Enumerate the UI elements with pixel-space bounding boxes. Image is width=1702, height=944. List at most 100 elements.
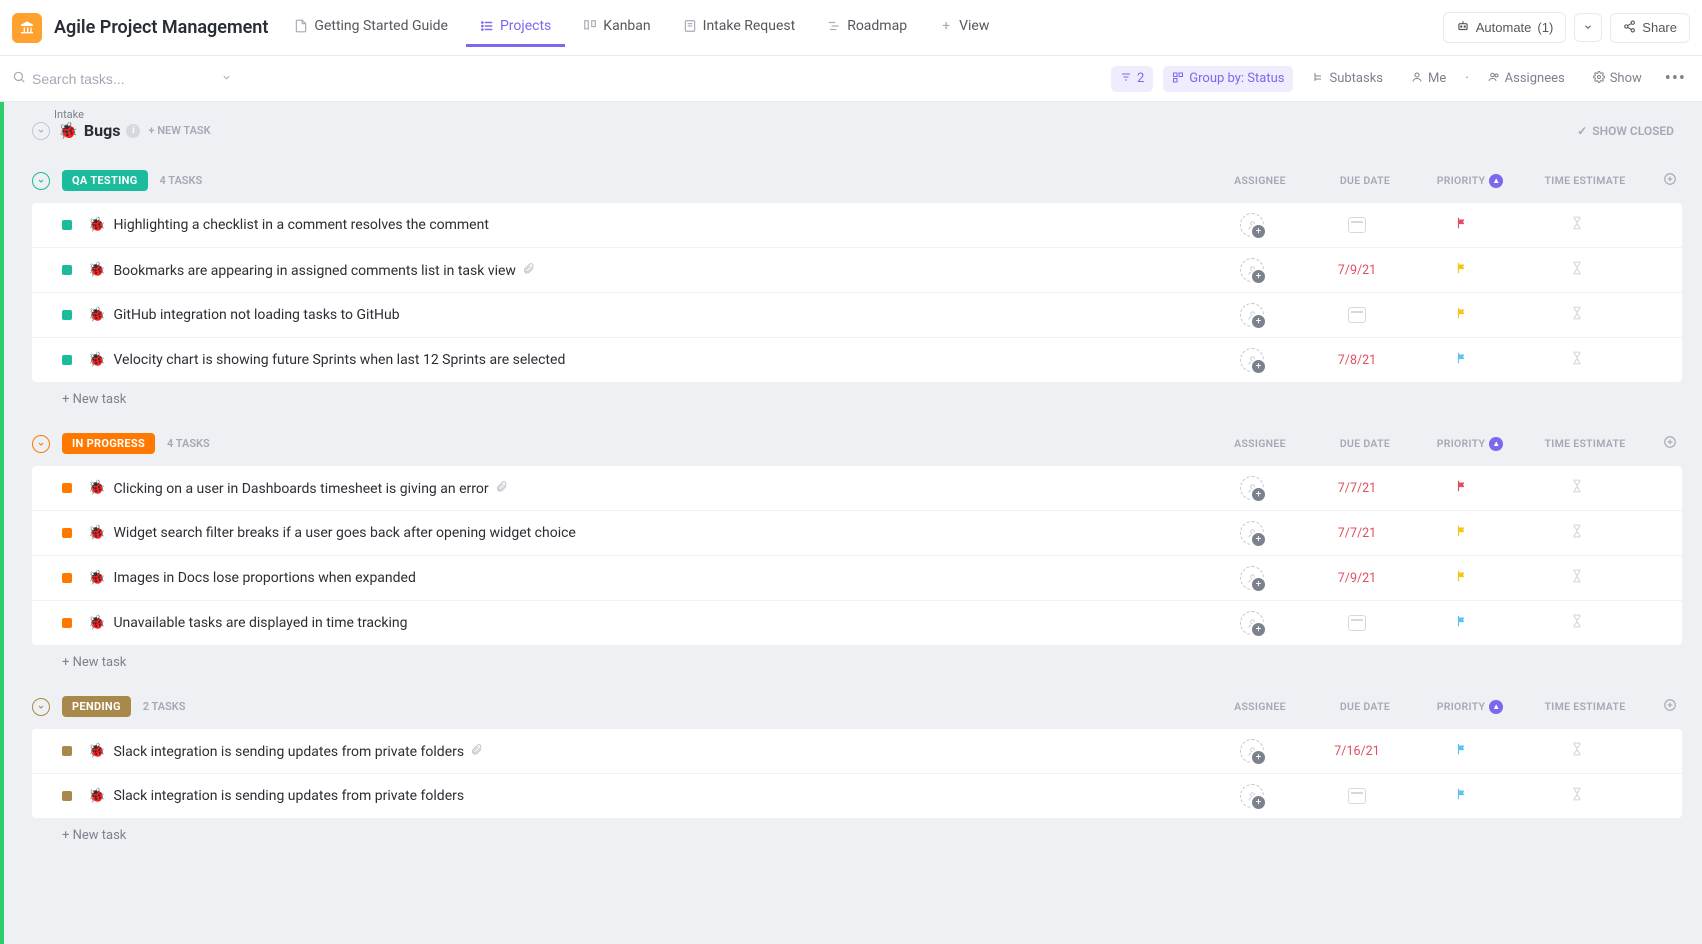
estimate-cell[interactable] [1512,215,1642,235]
col-head-duedate[interactable]: DUE DATE [1310,700,1420,713]
collapse-group-toggle[interactable] [32,698,50,716]
tab-add-view[interactable]: + View [925,8,1003,47]
col-head-priority[interactable]: PRIORITY ▲ [1420,700,1520,714]
col-head-assignee[interactable]: ASSIGNEE [1210,700,1310,713]
more-menu[interactable]: ••• [1661,64,1690,93]
duedate-cell[interactable]: 7/7/21 [1302,526,1412,541]
estimate-cell[interactable] [1512,568,1642,588]
col-head-duedate[interactable]: DUE DATE [1310,437,1420,450]
info-icon[interactable]: i [126,124,140,138]
task-row[interactable]: 🐞 Clicking on a user in Dashboards times… [32,466,1682,511]
assignee-cell[interactable] [1202,566,1302,590]
priority-cell[interactable] [1412,569,1512,587]
collapse-group-toggle[interactable] [32,435,50,453]
duedate-cell[interactable]: 7/16/21 [1302,744,1412,759]
duedate-cell[interactable] [1302,788,1412,804]
assignee-cell[interactable] [1202,476,1302,500]
tab-kanban[interactable]: Kanban [569,8,664,47]
priority-cell[interactable] [1412,614,1512,632]
new-task-button[interactable]: + New task [32,645,1690,674]
new-task-button[interactable]: + New task [32,382,1690,411]
duedate-cell[interactable]: 7/8/21 [1302,353,1412,368]
assignee-cell[interactable] [1202,521,1302,545]
col-head-estimate[interactable]: TIME ESTIMATE [1520,437,1650,450]
task-row[interactable]: 🐞 GitHub integration not loading tasks t… [32,293,1682,338]
new-task-header-button[interactable]: + NEW TASK [148,124,210,137]
search-input[interactable] [32,71,215,87]
status-dot[interactable] [62,483,72,493]
collapse-list-toggle[interactable] [32,122,50,140]
status-dot[interactable] [62,746,72,756]
assignee-cell[interactable] [1202,303,1302,327]
assignee-cell[interactable] [1202,611,1302,635]
collapse-group-toggle[interactable] [32,172,50,190]
duedate-cell[interactable] [1302,615,1412,631]
show-button[interactable]: Show [1584,66,1651,92]
estimate-cell[interactable] [1512,305,1642,325]
estimate-cell[interactable] [1512,260,1642,280]
status-dot[interactable] [62,265,72,275]
assignee-cell[interactable] [1202,258,1302,282]
me-button[interactable]: Me [1402,66,1455,92]
status-dot[interactable] [62,618,72,628]
add-column-button[interactable] [1650,435,1690,452]
task-row[interactable]: 🐞 Bookmarks are appearing in assigned co… [32,248,1682,293]
automate-button[interactable]: Automate (1) [1443,12,1567,43]
status-dot[interactable] [62,355,72,365]
status-dot[interactable] [62,573,72,583]
assignee-cell[interactable] [1202,784,1302,808]
estimate-cell[interactable] [1512,741,1642,761]
status-dot[interactable] [62,791,72,801]
estimate-cell[interactable] [1512,613,1642,633]
priority-cell[interactable] [1412,261,1512,279]
status-badge[interactable]: QA TESTING [62,170,148,191]
task-row[interactable]: 🐞 Slack integration is sending updates f… [32,729,1682,774]
filter-button[interactable]: 2 [1111,66,1153,92]
share-button[interactable]: Share [1610,13,1690,43]
tab-roadmap[interactable]: Roadmap [813,8,921,47]
col-head-priority[interactable]: PRIORITY ▲ [1420,174,1520,188]
duedate-cell[interactable]: 7/9/21 [1302,263,1412,278]
duedate-cell[interactable]: 7/7/21 [1302,481,1412,496]
col-head-priority[interactable]: PRIORITY ▲ [1420,437,1520,451]
status-dot[interactable] [62,220,72,230]
status-badge[interactable]: IN PROGRESS [62,433,155,454]
task-row[interactable]: 🐞 Highlighting a checklist in a comment … [32,203,1682,248]
priority-cell[interactable] [1412,306,1512,324]
assignees-button[interactable]: Assignees [1488,66,1574,92]
assignee-cell[interactable] [1202,348,1302,372]
add-column-button[interactable] [1650,172,1690,189]
priority-cell[interactable] [1412,742,1512,760]
chevron-down-icon[interactable] [221,71,232,87]
duedate-cell[interactable]: 7/9/21 [1302,571,1412,586]
estimate-cell[interactable] [1512,523,1642,543]
duedate-cell[interactable] [1302,307,1412,323]
priority-cell[interactable] [1412,216,1512,234]
col-head-estimate[interactable]: TIME ESTIMATE [1520,700,1650,713]
col-head-assignee[interactable]: ASSIGNEE [1210,174,1310,187]
tab-projects[interactable]: Projects [466,8,565,47]
estimate-cell[interactable] [1512,350,1642,370]
priority-cell[interactable] [1412,479,1512,497]
estimate-cell[interactable] [1512,786,1642,806]
estimate-cell[interactable] [1512,478,1642,498]
task-row[interactable]: 🐞 Unavailable tasks are displayed in tim… [32,601,1682,645]
subtasks-button[interactable]: Subtasks [1303,66,1392,92]
task-row[interactable]: 🐞 Velocity chart is showing future Sprin… [32,338,1682,382]
assignee-cell[interactable] [1202,739,1302,763]
status-dot[interactable] [62,310,72,320]
status-badge[interactable]: PENDING [62,696,131,717]
col-head-assignee[interactable]: ASSIGNEE [1210,437,1310,450]
task-row[interactable]: 🐞 Widget search filter breaks if a user … [32,511,1682,556]
tab-intake-request[interactable]: Intake Request [669,8,810,47]
col-head-duedate[interactable]: DUE DATE [1310,174,1420,187]
priority-cell[interactable] [1412,787,1512,805]
priority-cell[interactable] [1412,524,1512,542]
automate-dropdown[interactable] [1574,13,1602,42]
col-head-estimate[interactable]: TIME ESTIMATE [1520,174,1650,187]
add-column-button[interactable] [1650,698,1690,715]
tab-getting-started[interactable]: Getting Started Guide [280,8,462,47]
assignee-cell[interactable] [1202,213,1302,237]
task-row[interactable]: 🐞 Slack integration is sending updates f… [32,774,1682,818]
duedate-cell[interactable] [1302,217,1412,233]
